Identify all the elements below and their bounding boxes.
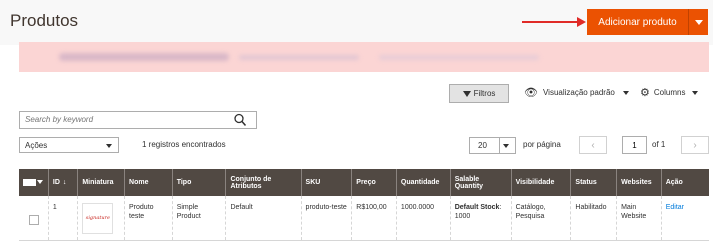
next-page-button[interactable]: › [681,136,709,154]
cell-thumbnail: signature [77,196,125,241]
chevron-down-icon[interactable] [37,180,43,185]
view-selector[interactable]: 👁 Visualização padrão [524,86,629,99]
chevron-down-icon [106,144,112,148]
salable-source: Default Stock [454,204,500,211]
gear-icon: ⚙ [640,86,650,99]
cell-sku: produto-teste [300,196,352,241]
filters-button[interactable]: Filtros [449,84,509,103]
column-header-attribute-set[interactable]: Conjunto de Atributos [225,169,302,196]
per-page-select[interactable]: 20 [469,137,516,154]
search-icon[interactable] [234,113,246,127]
cell-type: Simple Product [171,196,226,241]
eye-icon: 👁 [524,86,538,99]
search-box [19,111,257,129]
blurred-message-text [379,55,539,60]
funnel-icon [462,90,471,97]
column-header-salable-quantity[interactable]: Salable Quantity [449,169,512,196]
mass-actions-select[interactable]: Ações [19,137,119,153]
annotation-arrow [522,21,582,23]
mass-select-header[interactable] [19,169,49,196]
mass-actions-label: Ações [25,140,48,150]
page-total: of 1 [652,140,666,149]
product-thumbnail[interactable]: signature [82,203,114,234]
column-label: ID [52,179,60,186]
annotation-arrow-head [577,17,586,27]
per-page-value: 20 [478,141,487,150]
search-input[interactable] [25,115,225,124]
products-grid: ID ↓ Miniatura Nome Tipo Conjunto de Atri… [19,169,709,241]
row-checkbox[interactable] [29,215,39,225]
column-header-status[interactable]: Status [570,169,617,196]
cell-price: R$100,00 [351,196,397,241]
previous-page-button[interactable]: ‹ [579,136,607,154]
thumbnail-logo: signature [85,215,110,221]
cell-action: Editar [660,196,709,241]
system-message-banner [19,42,709,72]
columns-selector[interactable]: ⚙ Columns [640,86,699,99]
chevron-down-icon [622,90,629,95]
cell-salable-quantity: Default Stock: 1000 [449,196,512,241]
chevron-down-icon [503,144,509,148]
column-header-quantity[interactable]: Quantidade [395,169,451,196]
chevron-down-icon [694,19,703,25]
column-header-name[interactable]: Nome [124,169,173,196]
column-header-id[interactable]: ID ↓ [47,169,78,196]
row-select-cell [19,196,49,241]
sort-down-icon: ↓ [62,179,67,186]
mass-select-checkbox[interactable] [23,178,36,186]
cell-id: 1 [47,196,78,241]
column-header-thumbnail[interactable]: Miniatura [77,169,125,196]
cell-quantity: 1000.0000 [395,196,451,241]
cell-status: Habilitado [570,196,617,241]
cell-websites: Main Website [616,196,662,241]
column-header-action: Ação [660,169,709,196]
grid-header-row: ID ↓ Miniatura Nome Tipo Conjunto de Atri… [19,169,709,196]
page-number-input[interactable] [622,136,647,154]
filters-label: Filtros [473,89,496,98]
add-product-button[interactable]: Adicionar produto [587,9,688,35]
chevron-down-icon [692,90,699,95]
cell-visibility: Catálogo, Pesquisa [510,196,571,241]
per-page-label: por página [523,140,561,149]
page-header: Produtos Adicionar produto [0,0,713,45]
column-header-price[interactable]: Preço [351,169,397,196]
page-title: Produtos [10,11,79,30]
edit-link[interactable]: Editar [666,204,684,211]
column-header-type[interactable]: Tipo [171,169,226,196]
blurred-message-text [59,53,229,61]
blurred-message-text [239,55,359,60]
column-header-websites[interactable]: Websites [616,169,662,196]
add-product-dropdown-toggle[interactable] [688,9,708,35]
columns-label: Columns [653,88,686,97]
column-header-sku[interactable]: SKU [300,169,352,196]
select-divider [499,138,500,153]
cell-name: Produto teste [124,196,173,241]
records-count: 1 registros encontrados [142,140,226,149]
table-row[interactable]: 1 signature Produto teste Simple Product… [19,196,709,241]
column-header-visibility[interactable]: Visibilidade [510,169,571,196]
cell-attribute-set: Default [225,196,302,241]
view-label: Visualização padrão [542,88,615,97]
